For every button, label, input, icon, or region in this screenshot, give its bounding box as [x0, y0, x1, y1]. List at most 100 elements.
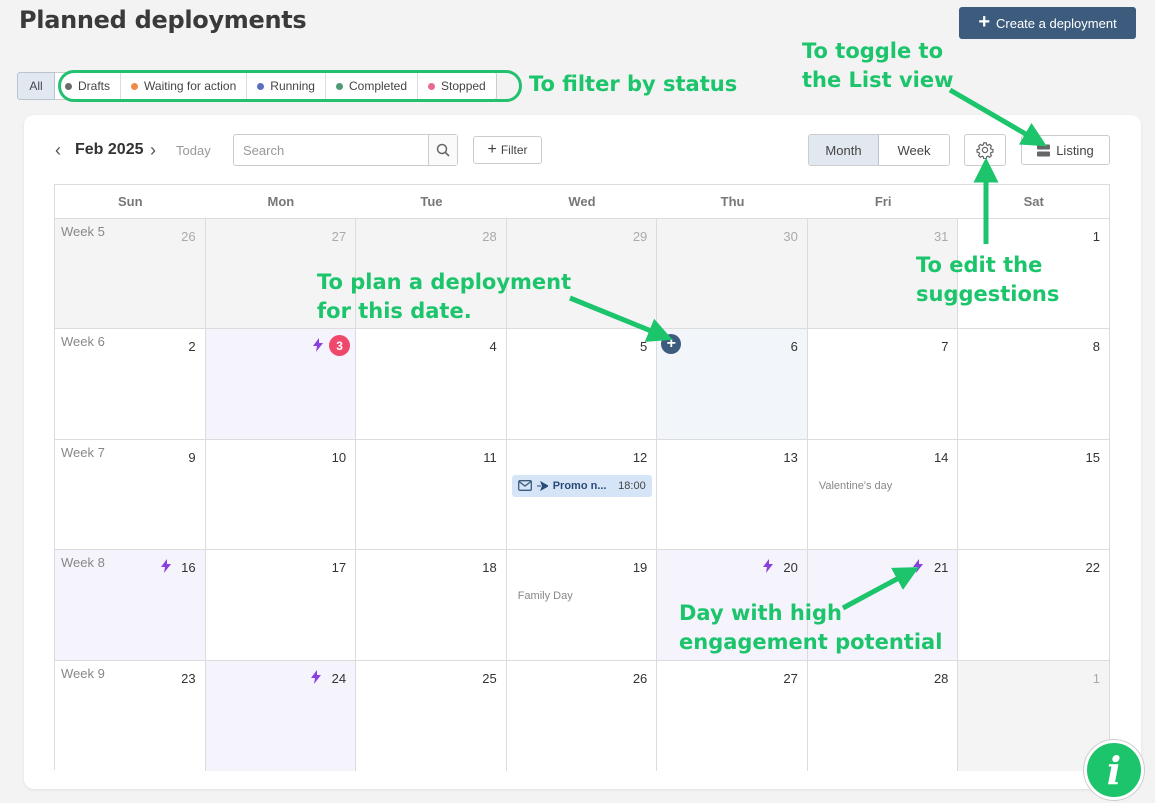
- day-number: 28: [933, 670, 949, 686]
- status-filter-bar: All Drafts Waiting for action Running Compl…: [17, 72, 497, 100]
- create-deployment-button[interactable]: + Create a deployment: [959, 7, 1136, 39]
- calendar-day-cell[interactable]: Week 7 9: [55, 439, 206, 551]
- calendar-day-cell[interactable]: 6 +: [657, 329, 808, 440]
- calendar-day-cell[interactable]: 15: [958, 439, 1109, 551]
- day-number: 5: [640, 339, 648, 355]
- status-filter-all[interactable]: All: [17, 72, 55, 100]
- holiday-label: Family Day: [517, 590, 573, 603]
- day-number: 18: [482, 560, 497, 576]
- day-number: 21: [933, 560, 949, 576]
- status-dot-icon: [65, 82, 72, 90]
- chevron-right-icon[interactable]: ›: [150, 140, 156, 161]
- day-number: 22: [1085, 560, 1100, 576]
- day-number: 27: [331, 229, 347, 244]
- day-number: 6: [790, 339, 798, 355]
- calendar-day-cell[interactable]: 11: [356, 439, 507, 551]
- status-filter-stopped[interactable]: Stopped: [418, 73, 496, 99]
- calendar-day-cell[interactable]: 24: [205, 660, 357, 771]
- calendar-day-cell[interactable]: 8: [958, 329, 1109, 440]
- day-number: 19: [632, 560, 648, 576]
- calendar-day-cell[interactable]: 14 Valentine's day: [807, 439, 959, 551]
- calendar-day-cell[interactable]: Week 9 23: [55, 660, 206, 771]
- day-number: 20: [783, 560, 798, 576]
- status-filter-group: Drafts Waiting for action Running Completed…: [55, 72, 497, 100]
- event-time: 18:00: [618, 479, 646, 492]
- deployment-event[interactable]: Promo n... 18:00: [511, 474, 652, 497]
- calendar-day-cell[interactable]: 5: [506, 329, 658, 440]
- calendar-day-cell[interactable]: 18: [356, 550, 507, 661]
- weekday-header: Sun: [118, 194, 143, 209]
- weekday-header: Tue: [420, 194, 443, 209]
- email-icon: [517, 480, 532, 492]
- status-filter-running[interactable]: Running: [247, 73, 326, 99]
- status-filter-label: Running: [270, 79, 315, 93]
- status-filter-completed[interactable]: Completed: [326, 73, 419, 99]
- status-filter-label: Stopped: [441, 79, 486, 93]
- calendar-day-cell[interactable]: 1: [958, 660, 1109, 771]
- day-number: 29: [632, 229, 648, 244]
- search-button[interactable]: [428, 135, 457, 165]
- calendar-day-cell[interactable]: 30: [657, 219, 808, 330]
- calendar-day-cell[interactable]: 17: [205, 550, 357, 661]
- month-view-button[interactable]: Month: [809, 135, 879, 165]
- search-icon: [436, 143, 450, 157]
- calendar-day-cell[interactable]: 12 Promo n... 18:00: [506, 439, 658, 551]
- list-icon: [1037, 144, 1051, 156]
- calendar-day-cell[interactable]: 19 Family Day: [506, 550, 658, 661]
- day-number: 25: [482, 670, 497, 686]
- annotation-line: To toggle to: [802, 39, 944, 63]
- calendar-day-cell[interactable]: 7: [807, 329, 959, 440]
- chevron-left-icon[interactable]: ‹: [55, 140, 61, 161]
- week-label: Week 5: [61, 224, 105, 239]
- calendar-day-cell[interactable]: 4: [356, 329, 507, 440]
- search-input[interactable]: [234, 135, 428, 165]
- day-number: 11: [483, 449, 497, 465]
- calendar-day-cell[interactable]: Week 6 2: [55, 329, 206, 440]
- calendar-day-cell[interactable]: 22: [958, 550, 1109, 661]
- day-number: 23: [181, 670, 196, 686]
- listing-label: Listing: [1056, 142, 1094, 158]
- filter-button[interactable]: + Filter: [473, 136, 542, 164]
- day-number: 1: [1092, 670, 1100, 686]
- week-view-button[interactable]: Week: [879, 135, 949, 165]
- lightning-icon: [311, 669, 322, 687]
- settings-button[interactable]: [964, 134, 1006, 166]
- day-number: 24: [331, 670, 347, 686]
- day-number: 27: [783, 670, 798, 686]
- listing-view-button[interactable]: Listing: [1021, 135, 1110, 165]
- lightning-icon: [762, 559, 773, 576]
- calendar-day-cell[interactable]: Week 5 26: [55, 219, 206, 330]
- weekday-header: Fri: [874, 194, 892, 209]
- annotation-plan-deployment: To plan a deployment for this date.: [317, 268, 571, 326]
- annotation-toggle-list: To toggle to the List view: [802, 37, 954, 95]
- calendar-day-cell[interactable]: 33: [205, 329, 357, 440]
- month-label: Feb 2025: [75, 141, 144, 158]
- calendar-day-cell[interactable]: 27: [657, 660, 808, 771]
- day-number: 28: [482, 229, 497, 244]
- plus-icon: +: [978, 11, 990, 33]
- info-icon[interactable]: i: [1084, 740, 1144, 800]
- week-label: Week 7: [61, 444, 105, 460]
- calendar-day-cell[interactable]: 10: [205, 439, 357, 551]
- calendar-day-cell[interactable]: 26: [506, 660, 658, 771]
- plus-icon: +: [487, 141, 497, 158]
- calendar-day-cell[interactable]: 28: [807, 660, 959, 771]
- day-number: 16: [181, 560, 196, 576]
- annotation-line: suggestions: [916, 282, 1060, 306]
- calendar-day-cell[interactable]: 25: [356, 660, 507, 771]
- day-number: 8: [1092, 339, 1100, 355]
- calendar-day-cell[interactable]: 13: [657, 439, 808, 551]
- annotation-line: for this date.: [317, 299, 472, 323]
- weekday-header: Mon: [267, 194, 295, 209]
- add-deployment-icon[interactable]: +: [661, 334, 682, 355]
- status-filter-waiting-for-action[interactable]: Waiting for action: [121, 73, 248, 99]
- page-title: Planned deployments: [19, 6, 307, 34]
- annotation-line: To edit the: [916, 253, 1043, 277]
- day-number: 9: [188, 449, 196, 465]
- calendar-day-cell[interactable]: Week 8 16: [55, 550, 206, 661]
- day-count-badge[interactable]: 3: [329, 335, 351, 357]
- today-link[interactable]: Today: [176, 143, 211, 158]
- status-filter-drafts[interactable]: Drafts: [55, 73, 122, 99]
- status-filter-label: Drafts: [78, 79, 111, 93]
- status-filter-label: Completed: [348, 79, 408, 93]
